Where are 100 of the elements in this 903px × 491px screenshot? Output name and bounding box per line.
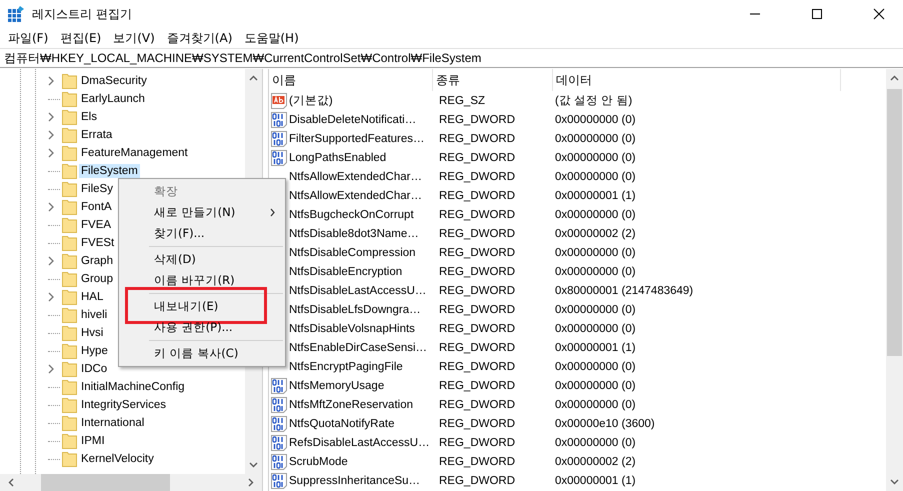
value-data: 0x00000000 (0) (555, 152, 636, 164)
tree-item[interactable]: HAL (79, 290, 106, 304)
column-header[interactable]: 종류 (433, 69, 553, 91)
folder-icon (62, 109, 77, 125)
value-type: REG_DWORD (439, 342, 516, 354)
menu-item[interactable]: 즐겨찾기(A) (160, 30, 238, 46)
folder-icon (62, 145, 77, 161)
folder-icon (62, 307, 77, 323)
tree-item[interactable]: FileSy (79, 182, 115, 196)
value-type: REG_DWORD (439, 304, 516, 316)
folder-icon (62, 415, 77, 431)
scroll-down-icon[interactable] (249, 462, 258, 468)
menu-item[interactable]: 사용 권한(P)... (154, 320, 233, 335)
value-name: (기본값) (289, 94, 334, 108)
value-data: 0x80000001 (2147483649) (555, 284, 694, 296)
address-field[interactable]: 컴퓨터₩HKEY_LOCAL_MACHINE₩SYSTEM₩CurrentControlSet₩Control₩FileSystem (0, 48, 903, 68)
value-data: 0x00000000 (0) (555, 170, 636, 182)
chevron-icon[interactable] (48, 256, 54, 266)
folder-icon (62, 199, 77, 215)
value-type: REG_DWORD (439, 436, 516, 448)
value-type: REG_DWORD (439, 208, 516, 220)
value-data: 0x00000000 (0) (555, 266, 636, 278)
binary-value-icon (271, 378, 287, 394)
tree-item[interactable]: Graph (79, 254, 115, 268)
scroll-thumb[interactable] (887, 89, 902, 356)
tree-item[interactable]: FontA (79, 200, 114, 214)
tree-item[interactable]: KernelVelocity (79, 452, 156, 466)
value-data: 0x00000001 (1) (555, 342, 636, 354)
chevron-icon[interactable] (48, 202, 54, 212)
tree-item[interactable]: FeatureManagement (79, 146, 190, 160)
folder-icon (62, 451, 77, 467)
tree-item[interactable]: Group (79, 272, 115, 286)
value-data: 0x00000000 (0) (555, 322, 636, 334)
menu-item[interactable]: 내보내기(E) (154, 299, 218, 314)
value-data: 0x00000000 (0) (555, 360, 636, 372)
binary-value-icon (271, 472, 287, 488)
value-data: 0x00000000 (0) (555, 208, 636, 220)
value-name: NtfsDisableCompression (289, 246, 417, 258)
menu-item[interactable]: 삭제(D) (154, 252, 196, 267)
tree-item[interactable]: DmaSecurity (79, 74, 149, 88)
value-data: 0x00000000 (0) (555, 114, 636, 126)
scroll-up-icon[interactable] (890, 75, 899, 81)
value-type: REG_DWORD (439, 266, 516, 278)
chevron-icon[interactable] (48, 76, 54, 86)
scrollbar[interactable] (886, 69, 903, 491)
folder-icon (62, 91, 77, 107)
tree-item[interactable]: FVESt (79, 236, 116, 250)
value-type: REG_DWORD (439, 418, 516, 430)
tree-item[interactable]: International (79, 416, 146, 430)
menu-item[interactable]: 키 이름 복사(C) (154, 346, 238, 361)
value-type: REG_DWORD (439, 380, 516, 392)
chevron-icon[interactable] (48, 112, 54, 122)
scrollbar[interactable] (0, 474, 262, 491)
scroll-left-icon[interactable] (8, 478, 14, 487)
tree-item[interactable]: IDCo (79, 362, 110, 376)
folder-icon (62, 325, 77, 341)
menu-item[interactable]: 새로 만들기(N) (154, 205, 236, 220)
folder-icon (62, 235, 77, 251)
value-name: NtfsEncryptPagingFile (289, 360, 404, 372)
menu-item[interactable]: 도움말(H) (238, 30, 305, 46)
chevron-icon[interactable] (48, 364, 54, 374)
value-data: 0x00000000 (0) (555, 132, 636, 144)
tree-item[interactable]: Hype (79, 344, 110, 358)
tree-item[interactable]: IntegrityServices (79, 398, 168, 412)
chevron-icon[interactable] (48, 148, 54, 158)
tree-item[interactable]: Hvsi (79, 326, 106, 340)
chevron-icon[interactable] (48, 130, 54, 140)
scroll-up-icon[interactable] (249, 75, 258, 81)
tree-item[interactable]: EarlyLaunch (79, 92, 147, 106)
menu-item[interactable]: 보기(V) (107, 30, 161, 46)
tree-item[interactable]: FileSystem (79, 164, 140, 178)
value-type: REG_DWORD (439, 170, 516, 182)
value-type: REG_DWORD (439, 398, 516, 410)
value-data: 0x00000000 (0) (555, 246, 636, 258)
value-data: 0x00000000 (0) (555, 436, 636, 448)
tree-item[interactable]: FVEA (79, 218, 114, 232)
value-name: SuppressInheritanceSu… (289, 474, 422, 486)
menu-item[interactable]: 찾기(F)... (154, 226, 205, 241)
tree-item[interactable]: Els (79, 110, 99, 124)
close-icon[interactable] (873, 8, 885, 20)
column-header[interactable]: 데이터 (553, 69, 841, 91)
value-type: REG_DWORD (439, 456, 516, 468)
tree-item[interactable]: IPMI (79, 434, 107, 448)
menu-item[interactable]: 이름 바꾸기(R) (154, 273, 235, 288)
column-header[interactable]: 이름 (269, 69, 433, 91)
value-type: REG_DWORD (439, 190, 516, 202)
menu-item[interactable]: 파일(F) (2, 30, 54, 46)
scroll-down-icon[interactable] (890, 479, 899, 485)
menu-item[interactable]: 편집(E) (54, 30, 108, 46)
tree-item[interactable]: Errata (79, 128, 114, 142)
maximize-icon[interactable] (811, 8, 823, 20)
scroll-right-icon[interactable] (248, 478, 254, 487)
value-name: NtfsBugcheckOnCorrupt (289, 208, 415, 220)
tree-item[interactable]: InitialMachineConfig (79, 380, 187, 394)
binary-value-icon (271, 112, 287, 128)
value-type: REG_DWORD (439, 474, 516, 486)
scroll-thumb[interactable] (41, 474, 170, 491)
chevron-icon[interactable] (48, 292, 54, 302)
tree-item[interactable]: hiveli (79, 308, 110, 322)
window-title: 레지스트리 편집기 (32, 6, 132, 22)
